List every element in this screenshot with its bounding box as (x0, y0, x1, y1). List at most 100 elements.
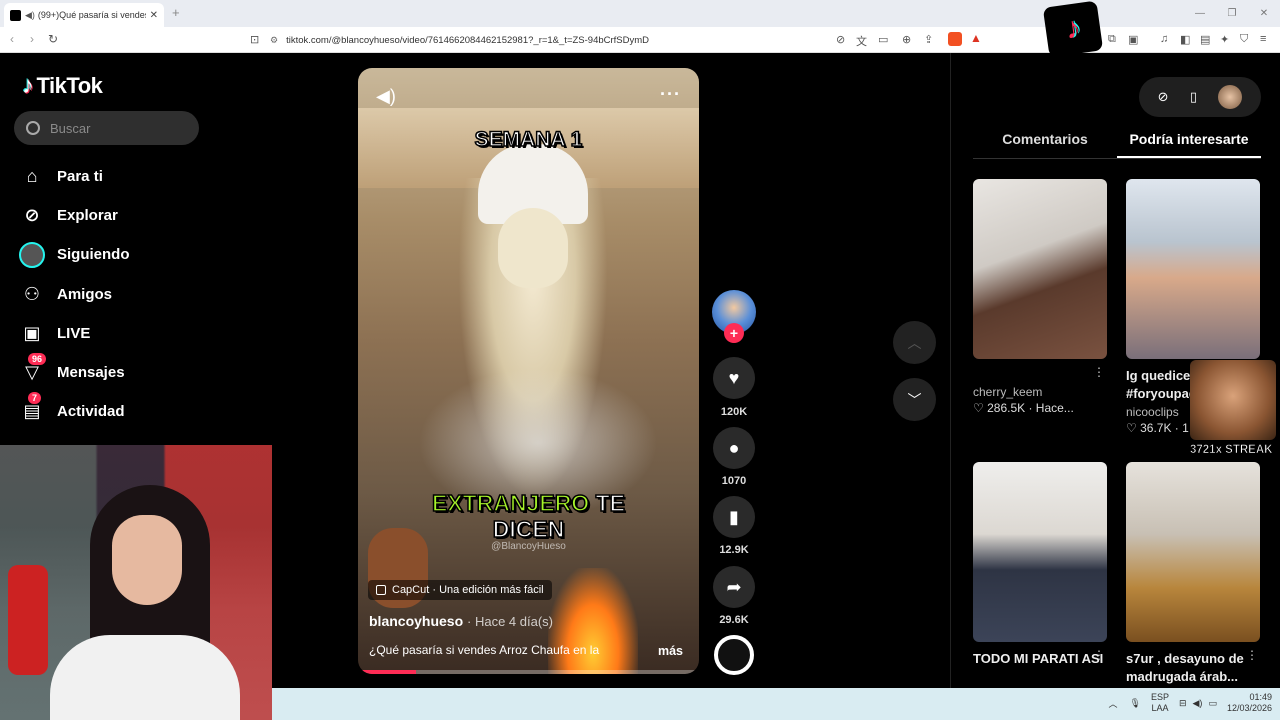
card-title[interactable]: Ig quedicer #foryoupag (1126, 367, 1197, 403)
zoom-icon[interactable]: ⊕ (902, 33, 911, 46)
like-count: 120K (720, 406, 748, 418)
card-stats: ♡ 286.5K · Hace... (973, 401, 1074, 415)
battery-icon[interactable]: ▭ (1208, 698, 1217, 709)
more-options-icon[interactable]: ··· (660, 84, 681, 105)
clock-time: 01:49 (1249, 692, 1272, 702)
back-icon[interactable]: ‹ (10, 32, 14, 46)
share-button[interactable]: ➦ (713, 566, 755, 608)
compass-icon: ⊘ (24, 205, 40, 226)
reload-icon[interactable]: ↻ (48, 32, 58, 46)
video-progress-bar[interactable] (358, 670, 699, 674)
video-thumbnail[interactable] (1126, 179, 1260, 359)
capcut-label: CapCut · Una edición más fácil (392, 584, 544, 596)
sidebar-item-mensajes[interactable]: ▽ 96 Mensajes (18, 352, 130, 392)
video-description: ¿Qué pasaría si vendes Arroz Chaufa en l… (369, 643, 600, 657)
chevron-down-icon: ﹀ (907, 391, 922, 408)
device-icon[interactable]: ▯ (1190, 89, 1197, 105)
language-indicator[interactable]: ESP LAA (1151, 692, 1169, 714)
webcam-overlay (0, 445, 272, 720)
site-info-icon[interactable]: ⚙ (270, 35, 278, 46)
card-more-icon[interactable]: ⋮ (1093, 365, 1105, 379)
cast-off-icon[interactable]: ⊘ (836, 33, 845, 46)
follow-plus-icon[interactable]: + (724, 323, 744, 343)
translate-icon[interactable]: 文 (856, 33, 867, 49)
brave-shield-icon[interactable] (948, 32, 962, 46)
live-icon: ▣ (23, 322, 41, 343)
reader-icon[interactable]: ▤ (1200, 33, 1210, 46)
search-placeholder: Buscar (50, 120, 91, 136)
more-button[interactable]: más (658, 644, 683, 658)
tiktok-logo[interactable]: ♪ TikTok (22, 72, 103, 100)
close-window-icon[interactable]: ✕ (1248, 0, 1280, 27)
media-icon[interactable]: ♫ (1160, 33, 1168, 45)
warning-icon[interactable]: ▲ (970, 31, 982, 45)
clock[interactable]: 01:49 12/03/2026 (1227, 692, 1272, 714)
capcut-badge[interactable]: CapCut · Una edición más fácil (368, 580, 552, 600)
recommended-card[interactable]: cherry_keem ♡ 286.5K · Hace... ⋮ (973, 179, 1107, 415)
video-player[interactable]: ◀) ··· SEMANA 1 EXTRANJERO TE DICEN @Bla… (358, 68, 699, 674)
sidebar-toggle-icon[interactable]: ◧ (1180, 33, 1190, 46)
search-input[interactable]: Buscar (14, 111, 199, 145)
video-watermark: @BlancoyHueso (491, 541, 566, 552)
card-more-icon[interactable]: ⋮ (1246, 648, 1258, 662)
microphone-tray-icon[interactable]: 🎙 (1130, 698, 1141, 709)
tab-title: (99+)Qué pasaría si vendes Arroz Chaufa (37, 10, 146, 20)
sidebar-item-explorar[interactable]: ⊘ Explorar (18, 196, 130, 235)
tray-overflow-icon[interactable]: ︿ (1109, 697, 1118, 710)
volume-icon[interactable]: ◀) (376, 86, 396, 107)
clock-date: 12/03/2026 (1226, 703, 1272, 713)
wallet-icon[interactable]: ▣ (1128, 33, 1138, 46)
screenshot-icon[interactable]: ▭ (878, 33, 888, 46)
browser-tab[interactable]: ◀) (99+)Qué pasaría si vendes Arroz Chau… (4, 3, 164, 27)
lang-top: ESP (1150, 692, 1169, 702)
sidebar-item-label: Mensajes (57, 364, 125, 382)
caption-highlight: EXTRANJERO (431, 489, 590, 517)
forward-icon[interactable]: › (30, 32, 34, 46)
extensions-icon[interactable]: ⧉ (1108, 33, 1116, 46)
explore-icon[interactable]: ⊘ (1158, 89, 1169, 105)
video-thumbnail[interactable] (1126, 462, 1260, 642)
card-title[interactable]: s7ur , desayuno de madrugada árab... (1126, 650, 1260, 686)
card-user[interactable]: cherry_keem (973, 385, 1107, 399)
card-more-icon[interactable]: ⋮ (1093, 648, 1105, 662)
comment-count: 1070 (721, 475, 747, 487)
sidebar-item-para-ti[interactable]: ⌂ Para ti (18, 157, 130, 196)
window-controls: — ❐ ✕ (1184, 0, 1280, 27)
sidebar-item-label: Amigos (57, 285, 113, 303)
author-name[interactable]: blancoyhueso (369, 613, 463, 629)
menu-icon[interactable]: ≡ (1260, 33, 1266, 45)
card-title[interactable]: TODO MI PARATI ASI (973, 650, 1107, 668)
tab-comentarios[interactable]: Comentarios (973, 131, 1117, 158)
like-button[interactable]: ♥ (713, 357, 755, 399)
volume-tray-icon[interactable]: ◀) (1193, 698, 1203, 709)
sidebar-item-amigos[interactable]: ⚇ Amigos (18, 275, 130, 314)
comment-button[interactable]: ● (713, 427, 755, 469)
video-caption-top: SEMANA 1 (474, 127, 583, 152)
sidebar-item-actividad[interactable]: ▤ 7 Actividad (18, 392, 130, 431)
vpn-icon[interactable]: ⛉ (1240, 33, 1248, 46)
close-tab-icon[interactable]: ✕ (150, 10, 158, 21)
progress-fill (358, 670, 416, 674)
sidebar-item-siguiendo[interactable]: Siguiendo (18, 235, 130, 274)
audio-playing-icon[interactable]: ◀) (25, 10, 35, 21)
profile-avatar[interactable] (1218, 85, 1243, 109)
minimize-icon[interactable]: — (1184, 0, 1216, 27)
video-thumbnail[interactable] (973, 462, 1107, 642)
recommended-card[interactable]: TODO MI PARATI ASI ⋮ (973, 462, 1107, 668)
bookmark-icon[interactable]: ⊡ (250, 33, 259, 46)
share-arrow-icon: ➦ (726, 576, 742, 597)
leo-ai-icon[interactable]: ✦ (1220, 33, 1229, 46)
save-button[interactable]: ▮ (713, 496, 755, 538)
next-video-button[interactable]: ﹀ (893, 378, 936, 421)
streak-overlay: 3721x STREAK (1190, 360, 1280, 460)
restore-icon[interactable]: ❐ (1216, 0, 1248, 27)
video-thumbnail[interactable] (973, 179, 1107, 359)
recommended-card[interactable]: s7ur , desayuno de madrugada árab... ⋮ (1126, 462, 1260, 686)
sound-disc-icon[interactable] (714, 635, 754, 675)
previous-video-button[interactable]: ︿ (893, 321, 936, 364)
share-icon[interactable]: ⇪ (924, 33, 933, 46)
new-tab-icon[interactable]: + (172, 5, 180, 20)
sidebar-item-live[interactable]: ▣ LIVE (18, 314, 130, 353)
tab-podria-interesarte[interactable]: Podría interesarte (1117, 131, 1261, 158)
network-icon[interactable]: ⊟ (1179, 698, 1187, 709)
